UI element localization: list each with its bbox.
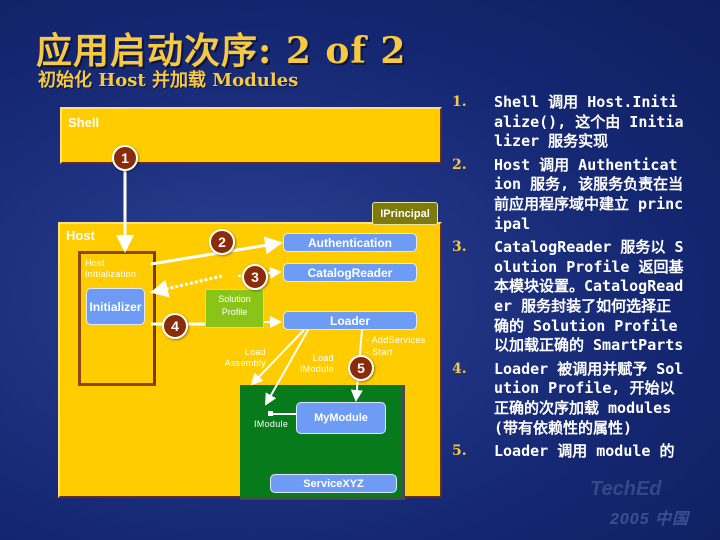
steps-list: 1. Shell 调用 Host.Initialize(), 这个由 Initi…	[452, 93, 720, 466]
step-text: Loader 被调用并赋予 Solution Profile, 开始以正确的次序…	[494, 359, 684, 437]
arrow-catalog-to-initialization	[150, 274, 223, 298]
arrow-load-assembly	[250, 329, 305, 386]
teched-year-watermark: 2005 中国	[610, 511, 690, 528]
step-badge-3: 3	[242, 264, 268, 290]
step-number: 4.	[452, 360, 467, 377]
step-item: 5. Loader 调用 module 的	[452, 442, 720, 462]
step-badge-4: 4	[162, 313, 188, 339]
step-item: 4. Loader 被调用并赋予 Solution Profile, 开始以正确…	[452, 360, 720, 438]
step-badge-1: 1	[112, 145, 138, 171]
step-badge-5: 5	[348, 355, 374, 381]
step-text: CatalogReader 服务以 Solution Profile 返回基本模…	[494, 238, 684, 355]
step-badge-2: 2	[209, 229, 235, 255]
arrow-load-imodule	[265, 329, 309, 406]
step-number: 2.	[452, 156, 467, 173]
step-item: 3. CatalogReader 服务以 Solution Profile 返回…	[452, 238, 720, 356]
step-number: 1.	[452, 94, 467, 110]
imodule-port	[268, 411, 273, 416]
step-text: Shell 调用 Host.Initialize(), 这个由 Initiali…	[494, 93, 684, 151]
step-item: 1. Shell 调用 Host.Initialize(), 这个由 Initi…	[452, 93, 720, 152]
step-text: Loader 调用 module 的	[494, 442, 675, 461]
step-item: 2. Host 调用 Authentication 服务, 该服务负责在当前应用…	[452, 156, 720, 234]
step-number: 3.	[452, 239, 467, 256]
step-text: Host 调用 Authentication 服务, 该服务负责在当前应用程序域…	[494, 155, 684, 233]
teched-logo-watermark: TechEd	[590, 478, 662, 500]
step-number: 5.	[452, 443, 467, 460]
